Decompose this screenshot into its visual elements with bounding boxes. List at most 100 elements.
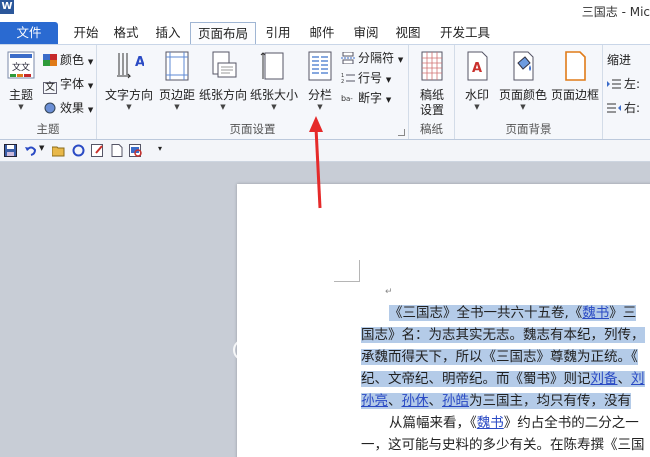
hyperlink[interactable]: 刘 bbox=[631, 371, 645, 387]
theme-fonts-label: 字体 bbox=[60, 77, 85, 91]
tab-home[interactable]: 开始 bbox=[66, 22, 106, 44]
watermark-logo-icon bbox=[233, 339, 255, 361]
themes-icon-text: 文文 bbox=[12, 61, 30, 73]
manuscript-settings-button[interactable]: 稿纸 设置 bbox=[413, 49, 451, 118]
watermark-text: 经验指南 bbox=[258, 348, 327, 367]
page-size-icon bbox=[260, 52, 284, 80]
page-color-label: 页面颜色 bbox=[498, 88, 547, 102]
breaks-button[interactable]: 分隔符 ▼ bbox=[341, 49, 403, 67]
chevron-down-icon: ▼ bbox=[474, 103, 480, 111]
text-line[interactable]: 承魏而得天下，所以《三国志》尊魏为正统。《 bbox=[361, 347, 638, 368]
chevron-down-icon: ▼ bbox=[271, 103, 277, 111]
hyperlink[interactable]: 孙亮 bbox=[361, 393, 388, 409]
undo-dropdown-icon[interactable]: ▼ bbox=[39, 144, 44, 152]
text-segment: 从篇幅来看，《 bbox=[389, 415, 477, 431]
hyperlink[interactable]: 孙皓 bbox=[442, 393, 469, 409]
columns-button[interactable]: 分栏 ▼ bbox=[302, 49, 338, 111]
quick-access-toolbar: ▼ ▾ bbox=[0, 140, 650, 162]
paragraph-mark: ↵ bbox=[385, 287, 393, 297]
chevron-down-icon: ▼ bbox=[385, 96, 392, 104]
text-line[interactable]: 孙亮、孙休、孙皓为三国主，均只有传，没有 bbox=[361, 391, 631, 412]
orientation-icon bbox=[212, 51, 237, 78]
theme-colors-button[interactable]: 颜色 ▼ bbox=[43, 51, 93, 69]
group-page-setup: A 文字方向 ▼ 页边距 ▼ 纸张方向 ▼ 纸张大小 ▼ 分栏 ▼ 分隔符 ▼ … bbox=[97, 45, 409, 139]
group-label-page-setup: 页面设置 bbox=[229, 122, 276, 136]
group-label-themes: 主题 bbox=[36, 122, 60, 136]
theme-fonts-button[interactable]: 文字体 ▼ bbox=[43, 75, 93, 94]
text-line[interactable]: 纪、文帝纪、明帝纪。而《蜀书》则记刘备、刘 bbox=[361, 369, 645, 390]
print-preview-icon[interactable] bbox=[129, 144, 142, 157]
text-line[interactable]: 国志》名：为志其实无志。魏志有本纪，列传， bbox=[361, 325, 645, 346]
text-line[interactable]: 一，这可能与史料的多少有关。在陈寿撰《三国 bbox=[361, 435, 645, 456]
text-segment: 》三 bbox=[609, 305, 637, 321]
edit-document-icon[interactable] bbox=[91, 144, 104, 157]
refresh-icon[interactable] bbox=[72, 144, 85, 157]
breaks-label: 分隔符 bbox=[358, 51, 395, 65]
page-size-button[interactable]: 纸张大小 ▼ bbox=[248, 49, 300, 111]
tab-format[interactable]: 格式 bbox=[106, 22, 146, 44]
group-label-manuscript: 稿纸 bbox=[420, 122, 443, 136]
document-page[interactable]: ↵ 《三国志》全书一共六十五卷,《魏书》三 国志》名：为志其实无志。魏志有本纪，… bbox=[237, 184, 650, 457]
watermark-label: 水印 bbox=[464, 88, 489, 102]
text-line[interactable]: 从篇幅来看，《魏书》约占全书的二分之一 bbox=[389, 413, 639, 434]
indent-right-label: 右: bbox=[624, 101, 641, 115]
customize-qat-icon[interactable]: ▾ bbox=[158, 144, 162, 153]
indent-right[interactable]: 右: bbox=[607, 99, 640, 117]
tab-mailings[interactable]: 邮件 bbox=[302, 22, 342, 44]
page-color-button[interactable]: 页面颜色 ▼ bbox=[497, 49, 549, 111]
open-folder-icon[interactable] bbox=[52, 144, 65, 157]
theme-effects-button[interactable]: 效果 ▼ bbox=[43, 99, 93, 117]
window-title: 三国志 - Mic bbox=[581, 5, 650, 19]
hyperlink[interactable]: 魏书 bbox=[582, 305, 610, 321]
svg-text:a-: a- bbox=[346, 95, 353, 103]
text-segment: 》约占全书的二分之一 bbox=[503, 415, 639, 431]
margins-button[interactable]: 页边距 ▼ bbox=[157, 49, 197, 111]
save-icon[interactable] bbox=[4, 144, 17, 157]
line-numbers-button[interactable]: 1 2 行号 ▼ bbox=[341, 69, 391, 87]
text-direction-icon: A bbox=[117, 53, 145, 79]
new-document-icon[interactable] bbox=[110, 144, 123, 157]
text-line[interactable]: 《三国志》全书一共六十五卷,《魏书》三 bbox=[389, 303, 637, 324]
page-color-icon bbox=[513, 51, 534, 81]
margins-icon bbox=[165, 51, 189, 81]
hyperlink[interactable]: 刘备 bbox=[590, 371, 618, 387]
text-segment: 、 bbox=[617, 371, 631, 387]
breaks-icon bbox=[341, 52, 355, 64]
tab-file[interactable]: 文件 bbox=[0, 22, 58, 44]
chevron-down-icon: ▼ bbox=[317, 103, 323, 111]
chevron-down-icon: ▼ bbox=[126, 103, 132, 111]
theme-effects-icon bbox=[44, 102, 56, 114]
chevron-down-icon: ▼ bbox=[220, 103, 226, 111]
svg-text:A: A bbox=[135, 55, 144, 70]
watermark-button[interactable]: A 水印 ▼ bbox=[459, 49, 495, 111]
page-borders-button[interactable]: 页面边框 bbox=[549, 49, 601, 103]
document-workspace: ↵ 《三国志》全书一共六十五卷,《魏书》三 国志》名：为志其实无志。魏志有本纪，… bbox=[0, 162, 650, 457]
tab-page-layout[interactable]: 页面布局 bbox=[190, 22, 256, 45]
page-size-label: 纸张大小 bbox=[249, 88, 298, 102]
manuscript-label-1: 稿纸 bbox=[419, 88, 444, 102]
tab-view[interactable]: 视图 bbox=[388, 22, 428, 44]
text-segment: 国志》名：为志其实无志。魏志有本纪，列传， bbox=[361, 327, 645, 343]
tab-insert[interactable]: 插入 bbox=[148, 22, 188, 44]
columns-label: 分栏 bbox=[307, 88, 332, 102]
hyperlink[interactable]: 魏书 bbox=[477, 415, 504, 431]
indent-right-icon bbox=[607, 103, 621, 113]
text-segment: 、 bbox=[388, 393, 402, 409]
text-direction-button[interactable]: A 文字方向 ▼ bbox=[103, 49, 155, 111]
theme-effects-label: 效果 bbox=[60, 101, 85, 115]
theme-colors-label: 颜色 bbox=[60, 53, 85, 67]
undo-icon[interactable] bbox=[24, 144, 37, 157]
theme-colors-icon bbox=[43, 54, 57, 66]
page-setup-launcher-icon[interactable] bbox=[398, 129, 405, 136]
tab-references[interactable]: 引用 bbox=[258, 22, 298, 44]
tab-review[interactable]: 审阅 bbox=[346, 22, 386, 44]
themes-button[interactable]: 文文 主题 ▼ bbox=[4, 49, 38, 111]
text-segment: 为三国主，均只有传，没有 bbox=[469, 393, 631, 409]
orientation-button[interactable]: 纸张方向 ▼ bbox=[197, 49, 249, 111]
tab-developer[interactable]: 开发工具 bbox=[432, 22, 498, 44]
group-manuscript: 稿纸 设置 稿纸 bbox=[409, 45, 455, 139]
hyphenation-button[interactable]: b a- 断字 ▼ bbox=[341, 89, 391, 107]
hyperlink[interactable]: 孙休 bbox=[401, 393, 429, 409]
indent-left[interactable]: 左: bbox=[607, 75, 640, 93]
word-app-icon[interactable]: W bbox=[0, 0, 14, 14]
